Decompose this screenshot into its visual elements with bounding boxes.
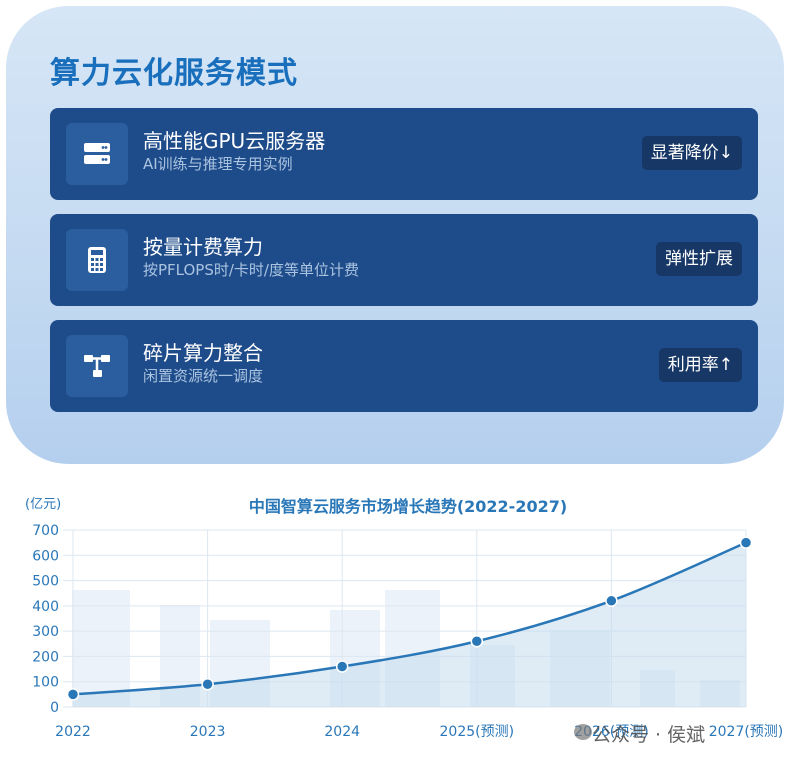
building-shape <box>72 590 130 707</box>
y-tick-label: 500 <box>32 574 59 590</box>
y-tick-label: 0 <box>50 700 59 716</box>
y-tick-label: 200 <box>32 649 59 665</box>
data-point <box>335 660 349 673</box>
x-tick-label: 2027(预测) <box>709 724 784 740</box>
service-item-title: 按量计费算力 <box>143 235 263 259</box>
watermark: 公众号 · 侯斌 <box>592 724 706 746</box>
y-tick-label: 600 <box>32 548 59 564</box>
service-item-subtitle: 按PFLOPS时/卡时/度等单位计费 <box>143 261 359 279</box>
service-item-badge: 显著降价↓ <box>641 136 742 170</box>
y-tick-label: 700 <box>32 523 59 539</box>
chart-title: 中国智算云服务市场增长趋势(2022-2027) <box>249 497 567 516</box>
service-item-fragment[interactable]: 碎片算力整合 闲置资源统一调度 利用率↑ <box>50 320 758 412</box>
x-tick-label: 2022 <box>55 724 91 740</box>
y-tick-label: 100 <box>32 675 59 691</box>
service-item-badge: 弹性扩展 <box>656 242 742 276</box>
x-tick-label: 2025(预测) <box>440 724 515 740</box>
data-point <box>605 594 618 608</box>
y-tick-label: 300 <box>32 624 59 640</box>
server-icon <box>66 123 128 185</box>
market-growth-chart: 0 100 200 300 400 500 600 700 2022 2023 2024 2025(… <box>0 470 791 766</box>
service-card: 算力云化服务模式 高性能GPU云服务器 AI训练与推理专用实例 显著降价↓ 按量… <box>6 6 784 464</box>
network-icon <box>66 335 128 397</box>
data-point <box>470 635 484 648</box>
x-tick-label: 2023 <box>190 724 226 740</box>
data-point <box>66 688 80 701</box>
card-title: 算力云化服务模式 <box>50 56 298 91</box>
service-item-billing[interactable]: 按量计费算力 按PFLOPS时/卡时/度等单位计费 弹性扩展 <box>50 214 758 306</box>
wechat-icon <box>574 724 592 740</box>
x-tick-label: 2024 <box>324 724 360 740</box>
service-item-title: 高性能GPU云服务器 <box>143 129 326 153</box>
service-item-badge: 利用率↑ <box>658 348 742 382</box>
service-item-gpu[interactable]: 高性能GPU云服务器 AI训练与推理专用实例 显著降价↓ <box>50 108 758 200</box>
service-item-subtitle: AI训练与推理专用实例 <box>143 155 293 173</box>
y-axis-label: (亿元) <box>25 497 61 512</box>
y-tick-label: 400 <box>32 599 59 615</box>
data-point <box>739 536 753 549</box>
calculator-icon <box>66 229 128 291</box>
service-item-title: 碎片算力整合 <box>143 341 263 365</box>
service-item-subtitle: 闲置资源统一调度 <box>143 367 264 385</box>
data-point <box>201 677 214 691</box>
